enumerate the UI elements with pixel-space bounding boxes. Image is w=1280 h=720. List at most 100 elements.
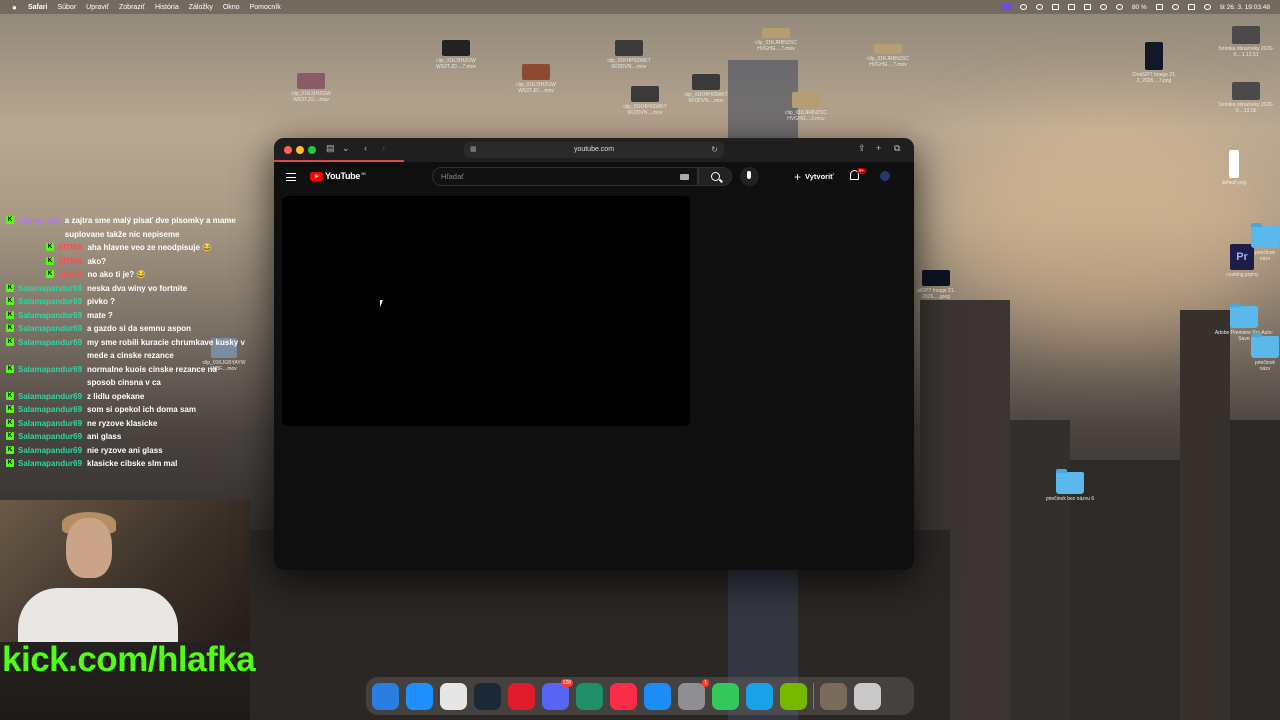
status-icon[interactable]: [1067, 4, 1075, 10]
chat-username: Salamapandur69: [18, 337, 83, 347]
create-button[interactable]: + Vytvoriť: [794, 168, 834, 185]
chat-text: pivko ?: [87, 297, 116, 306]
safari-icon[interactable]: [406, 682, 433, 710]
menu-item-history[interactable]: História: [155, 4, 179, 11]
video-player[interactable]: [282, 196, 690, 426]
search-placeholder: Hľadať: [441, 172, 464, 181]
stack-icon[interactable]: [820, 682, 847, 710]
page-settings-icon[interactable]: ▦: [470, 142, 477, 158]
desktop-file[interactable]: clip_01KHP6SWKT 6FDDVN....mov: [615, 86, 675, 116]
folder-icon: [1251, 333, 1279, 358]
status-icon[interactable]: [1083, 4, 1091, 10]
siri-icon[interactable]: [1203, 4, 1211, 10]
desktop-file[interactable]: clip_01KHP6SWKT 6FDDVN....mov: [599, 40, 659, 70]
system-settings-icon[interactable]: 1: [678, 678, 709, 710]
tab-overview-icon[interactable]: ⧉: [894, 143, 900, 154]
close-window-button[interactable]: [284, 146, 292, 154]
desktop-file[interactable]: clip_01KJ3HZGW WS3T.JD....mov: [281, 73, 341, 103]
kick-badge-icon: K: [46, 256, 54, 265]
avatar[interactable]: [880, 171, 890, 181]
wifi-icon[interactable]: [1099, 4, 1107, 10]
menu-item-edit[interactable]: Upraviť: [86, 4, 109, 11]
chat-message: K Salamapandur69 mate ?: [6, 309, 246, 323]
chat-overlay: Kqbshen123 a zajtra sme malý písať dve pí…: [6, 214, 246, 471]
nvidia-icon[interactable]: [780, 682, 807, 710]
voice-search-button[interactable]: [740, 167, 759, 186]
address-bar[interactable]: ▦ youtube.com ↻: [464, 142, 724, 158]
chat-username: Salamapandur69: [18, 459, 83, 468]
status-icon[interactable]: [1035, 4, 1043, 10]
desktop-file[interactable]: clip_01KJ3HZGW WS3T.JD....mov: [506, 64, 566, 94]
battery-percentage[interactable]: 80 %: [1132, 4, 1147, 11]
menu-icon[interactable]: [286, 173, 296, 181]
desktop-file[interactable]: clip_01KJR8NZSC HVGHG....2.mov: [776, 92, 836, 122]
dock: 128 1: [366, 677, 914, 715]
chat-username: Salamapandur69: [18, 432, 83, 441]
chat-username: Salamapandur69: [18, 310, 83, 320]
obs-icon[interactable]: [576, 682, 603, 710]
create-label: Vytvoriť: [805, 172, 834, 181]
battery-icon[interactable]: [1155, 4, 1163, 10]
new-tab-icon[interactable]: +: [876, 143, 881, 153]
desktop-file[interactable]: clip_01KJ3HZGW WS3T.JD....7.mov: [426, 40, 486, 70]
search-button[interactable]: [698, 167, 732, 186]
zoom-window-button[interactable]: [308, 146, 316, 154]
reload-icon[interactable]: ↻: [711, 142, 718, 158]
kick-badge-icon: K: [6, 391, 14, 400]
menu-item-safari[interactable]: Safari: [28, 4, 47, 11]
menu-item-view[interactable]: Zobraziť: [119, 4, 145, 11]
status-icon[interactable]: [1019, 4, 1027, 10]
desktop-file[interactable]: Snímka obrazovky 2026-0....1.12.51: [1216, 26, 1276, 58]
discord-icon[interactable]: 128: [542, 678, 573, 710]
chevron-down-icon[interactable]: ⌄: [342, 143, 350, 154]
apple-menu-icon[interactable]: ●: [12, 3, 20, 12]
chat-text: mate ?: [87, 310, 113, 320]
desktop-file[interactable]: default.png: [1204, 150, 1264, 186]
desktop-folder[interactable]: priečinok názv: [1250, 223, 1280, 262]
folder-icon: [1251, 223, 1279, 248]
control-center-icon[interactable]: [1187, 4, 1195, 10]
bluetooth-icon[interactable]: [1115, 4, 1123, 10]
chat-username: Salamapandur69: [18, 391, 83, 401]
chat-message: K SI7MA aha hlavne veo ze neodpisuje 😂: [6, 241, 246, 255]
search-input[interactable]: Hľadať: [432, 167, 698, 186]
launchpad-icon[interactable]: [440, 682, 467, 710]
desktop-file[interactable]: clip_01KHP6SWKT 6FDDVN....mov: [676, 74, 736, 104]
steam-icon[interactable]: [474, 682, 501, 710]
share-icon[interactable]: ⇪: [858, 143, 866, 154]
minimize-window-button[interactable]: [296, 146, 304, 154]
facetime-icon[interactable]: [712, 682, 739, 710]
youtube-logo[interactable]: YouTube SK: [310, 171, 366, 181]
forward-icon[interactable]: ›: [382, 143, 385, 153]
music-icon[interactable]: [610, 682, 637, 710]
desktop-folder[interactable]: priečinok názv: [1250, 333, 1280, 372]
menu-item-help[interactable]: Pomocník: [250, 4, 281, 11]
opera-icon[interactable]: [508, 682, 535, 710]
search-icon[interactable]: [1171, 4, 1179, 10]
back-icon[interactable]: ‹: [364, 143, 367, 153]
clock[interactable]: št 26. 3. 19:03:48: [1220, 4, 1270, 11]
chat-username: Salamapandur69: [18, 283, 83, 293]
quicktime-icon[interactable]: [746, 682, 773, 710]
chat-text: neska dva winy vo fortnite: [87, 283, 188, 293]
status-icon[interactable]: [1051, 4, 1059, 10]
desktop-file[interactable]: clip_01KJR8NZSC HVGHG....7.mov: [858, 44, 918, 68]
trash-icon[interactable]: [854, 682, 881, 710]
desktop-file[interactable]: Snímka obrazovky 2026-0....13.06: [1216, 82, 1276, 114]
menu-item-file[interactable]: Súbor: [57, 4, 76, 11]
chat-message: K Salamapandur69 ani glass: [6, 430, 246, 444]
desktop-file[interactable]: ChatGPT Image 21. 2_2026....7.png: [1124, 42, 1184, 84]
app-store-icon[interactable]: [644, 682, 671, 710]
desktop-file[interactable]: atGPT Image 21. 2026,....jpeg: [906, 270, 966, 300]
dock-separator: [813, 683, 814, 709]
finder-icon[interactable]: [372, 682, 399, 710]
screen-record-icon[interactable]: [1000, 4, 1011, 10]
menu-item-window[interactable]: Okno: [223, 4, 240, 11]
menu-item-bookmarks[interactable]: Záložky: [189, 4, 213, 11]
search-icon: [711, 172, 720, 181]
keyboard-icon[interactable]: [680, 174, 689, 180]
desktop-file[interactable]: clip_01KJR8NZSC HVGHG....7.mov: [746, 28, 806, 52]
sidebar-toggle-icon[interactable]: ▤: [326, 143, 335, 154]
desktop-folder[interactable]: priečinok bez názvu 6: [1040, 469, 1100, 502]
chat-username: Salamapandur69: [18, 418, 83, 428]
